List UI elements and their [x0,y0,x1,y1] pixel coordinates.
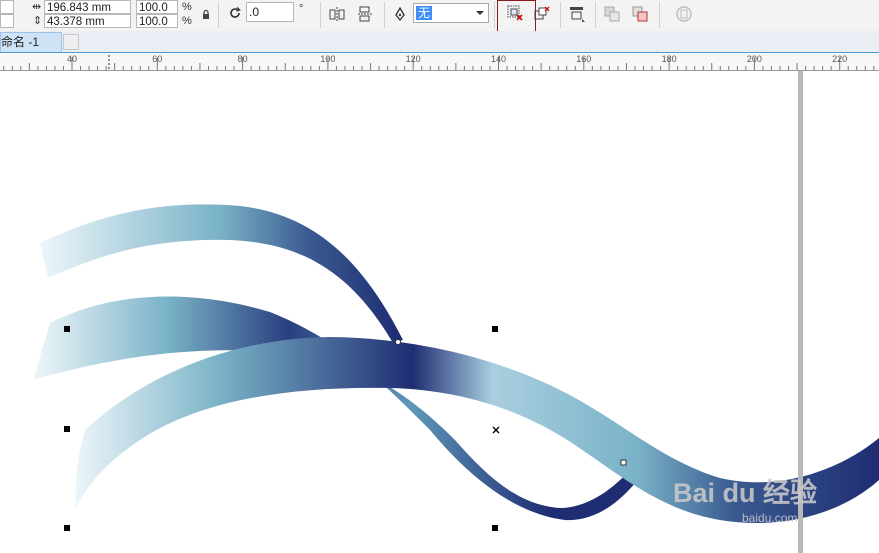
width-input[interactable]: 196.843 mm [44,0,131,14]
separator [659,2,660,28]
tab-document[interactable]: 未命名 -1 [0,32,62,52]
weld-icon [604,6,620,22]
outline-pen-button[interactable] [389,3,411,25]
new-tab-button[interactable] [63,34,79,50]
rotation-input[interactable]: .0 [246,2,294,22]
horizontal-ruler[interactable]: 40 60 80 100 120 140 160 180 200 220 [0,53,879,71]
mirror-vertical-icon [358,6,372,22]
selection-handle-top-right[interactable] [492,326,498,332]
boundary-icon [676,6,692,22]
separator [494,2,495,28]
lock-ratio-button[interactable] [195,4,217,26]
ruler-label: 80 [237,54,248,64]
separator [595,2,596,28]
selection-handle-bottom-right[interactable] [492,525,498,531]
ungroup-all-button[interactable] [531,3,553,25]
rotation-button[interactable] [224,2,246,24]
trim-button[interactable] [629,3,651,25]
outline-width-select[interactable]: 无 [413,3,489,23]
rotate-icon [230,7,241,18]
node-marker[interactable] [395,339,401,345]
degree-label: ° [299,3,304,15]
property-bar: ⇹ ⇕ 196.843 mm 43.378 mm 100.0 100.0 % %… [0,0,879,41]
height-input[interactable]: 43.378 mm [44,14,131,28]
weld-button[interactable] [601,3,623,25]
mirror-horizontal-button[interactable] [326,3,348,25]
mirror-vertical-button[interactable] [354,3,376,25]
ruler-label: 120 [405,54,421,64]
pen-nib-icon [395,6,405,22]
watermark-logo: Bai du 经验 [673,478,818,508]
ruler-label: 100 [320,54,336,64]
separator [384,2,385,28]
ruler-label: 160 [576,54,592,64]
percent-y-label: % [182,15,192,27]
percent-x-label: % [182,1,192,13]
ruler-label: 140 [490,54,507,64]
selection-handle-middle-left[interactable] [64,426,70,432]
width-icon: ⇹ [32,1,42,13]
outline-width-value: 无 [416,6,433,20]
position-y-field[interactable] [0,14,14,28]
ruler-label: 220 [832,54,848,64]
mirror-horizontal-icon [329,7,345,21]
scale-y-input[interactable]: 100.0 [136,14,178,28]
ruler-label: 180 [661,54,677,64]
separator [320,2,321,28]
separator [560,2,561,28]
document-tab-bar: 未命名 -1 [0,31,879,53]
align-distribute-button[interactable] [566,3,588,25]
document-tab-label: 未命名 -1 [1,35,40,49]
chevron-down-icon [476,11,484,15]
ruler-label: 60 [152,54,163,64]
ruler-label: 200 [746,54,762,64]
center-marker-icon [492,426,500,434]
height-icon: ⇕ [33,15,43,27]
align-icon [570,7,585,22]
ungroup-all-icon [534,6,550,20]
selection-handle-top-left[interactable] [64,326,70,332]
scale-x-input[interactable]: 100.0 [136,0,178,14]
lock-icon [203,9,209,19]
selection-handle-bottom-left[interactable] [64,525,70,531]
node-marker[interactable] [620,459,627,466]
ruler-label: 40 [66,54,78,64]
trim-icon [632,6,648,22]
ungroup-icon [507,5,523,21]
position-x-field[interactable] [0,0,14,14]
watermark-url: baidu.com [742,511,798,525]
create-boundary-button[interactable] [673,3,695,25]
separator [218,2,219,28]
